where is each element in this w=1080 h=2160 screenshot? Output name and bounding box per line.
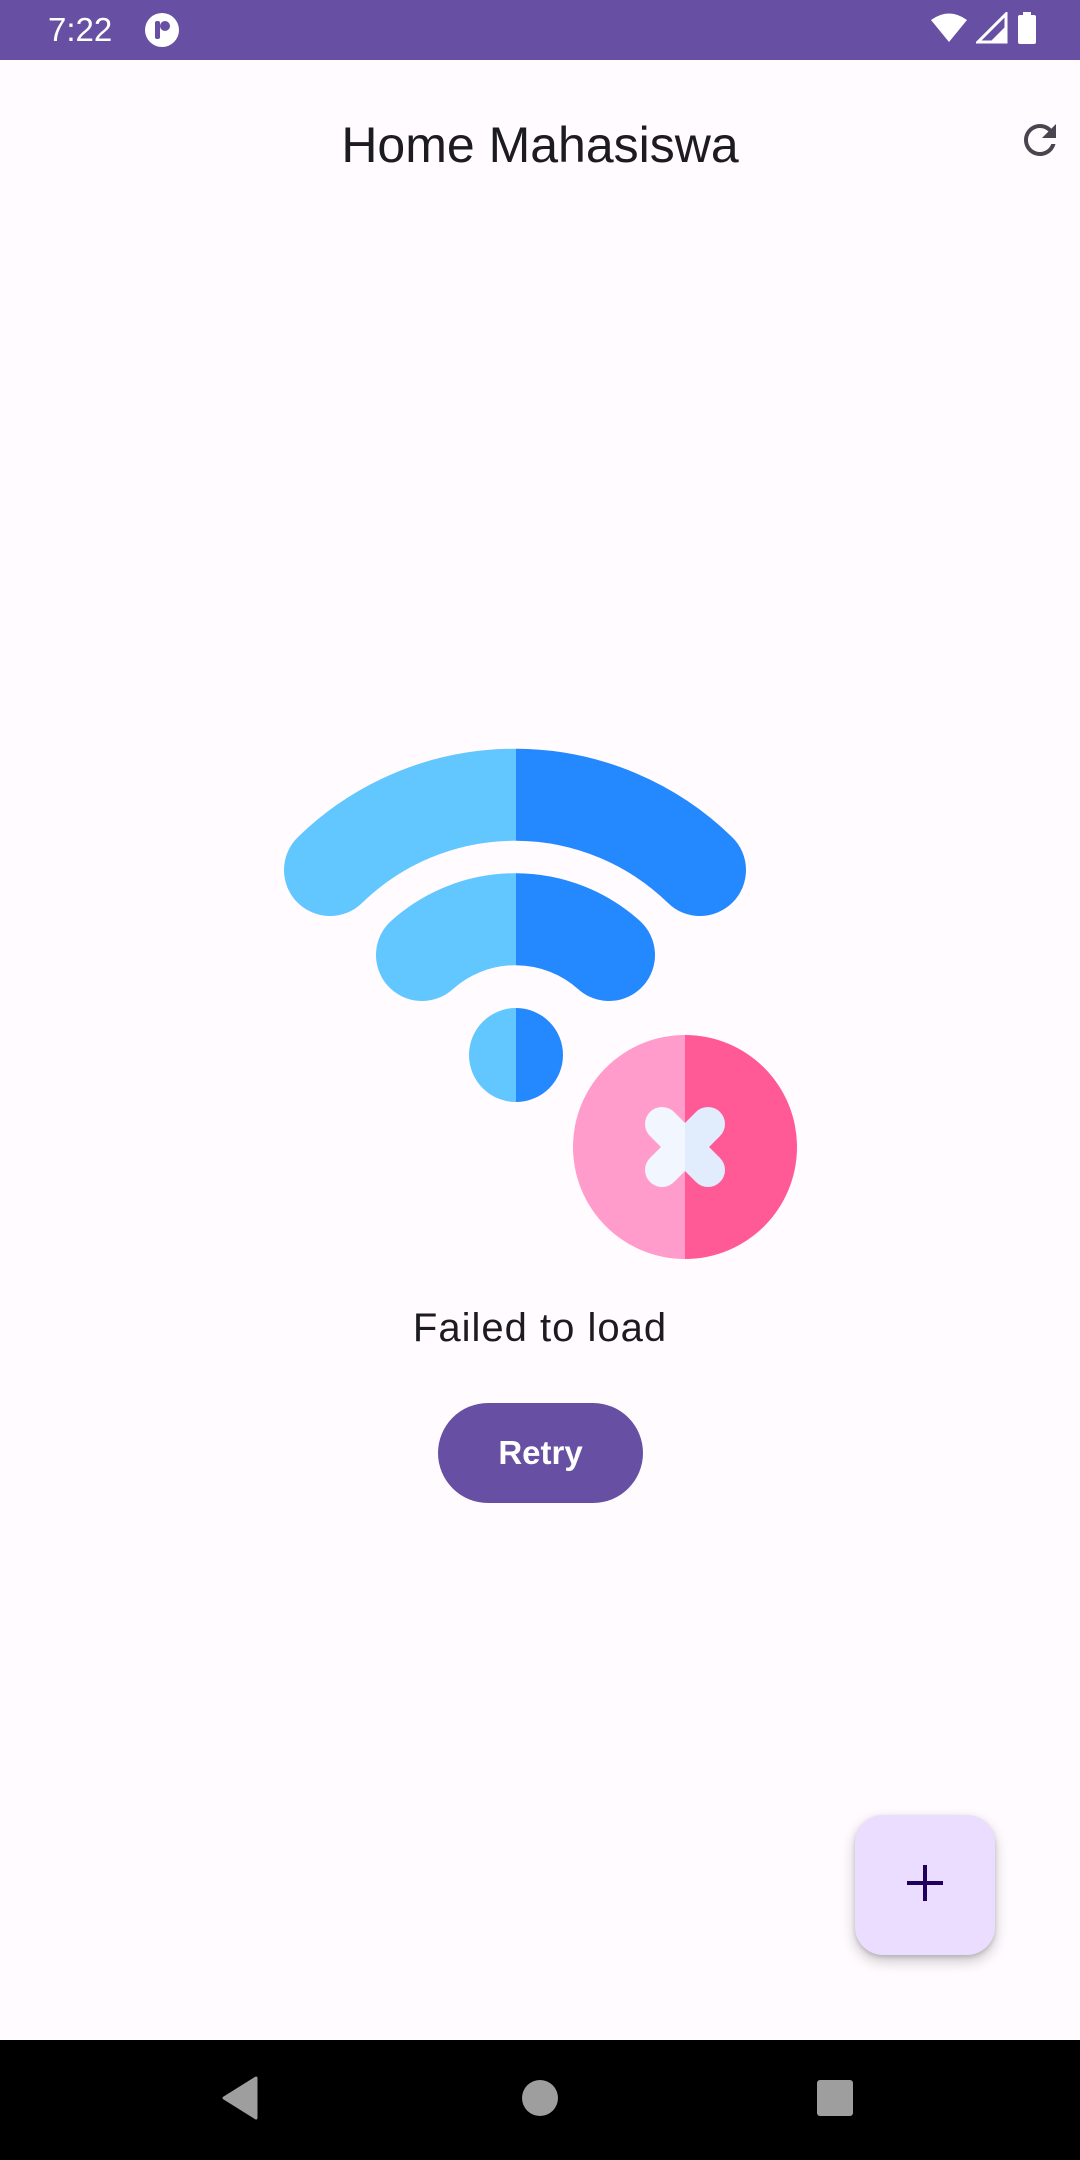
retry-button[interactable]: Retry (438, 1403, 643, 1503)
recents-button[interactable] (795, 2060, 875, 2140)
wifi-icon (930, 13, 968, 48)
refresh-icon (1016, 116, 1064, 169)
refresh-button[interactable] (1010, 112, 1070, 172)
app-notification-icon (144, 12, 180, 48)
wifi-off-illustration (280, 740, 800, 1260)
error-message: Failed to load (412, 1306, 668, 1350)
signal-icon (974, 9, 1008, 49)
battery-icon (1016, 11, 1038, 49)
back-button[interactable] (200, 2060, 280, 2140)
status-time: 7:22 (48, 11, 113, 48)
home-button[interactable] (500, 2060, 580, 2140)
back-icon (220, 2076, 260, 2125)
page-title: Home Mahasiswa (341, 117, 739, 173)
system-nav-bar (0, 2040, 1080, 2160)
home-icon (520, 2078, 560, 2123)
add-fab-button[interactable] (855, 1815, 995, 1955)
status-icons (930, 9, 1038, 49)
top-app-bar: Home Mahasiswa (0, 60, 1080, 220)
recents-icon (815, 2078, 855, 2123)
status-bar: 7:22 (0, 0, 1080, 60)
plus-icon (903, 1861, 947, 1910)
